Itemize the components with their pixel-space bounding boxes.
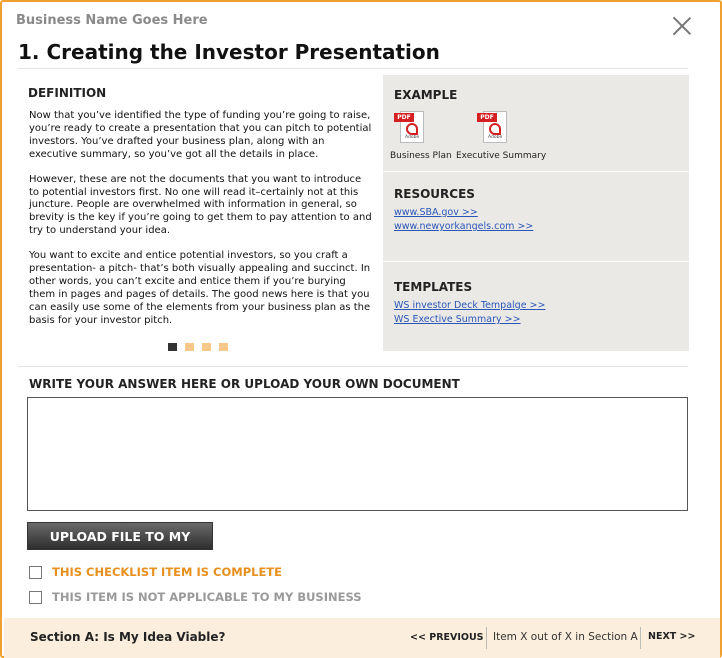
resources-heading: RESOURCES — [394, 187, 475, 201]
checklist-na-checkbox[interactable] — [29, 590, 42, 604]
template-link[interactable]: WS Exective Summary >> — [394, 314, 521, 325]
example-file-label[interactable]: Business Plan — [390, 151, 452, 161]
answer-heading: WRITE YOUR ANSWER HERE OR UPLOAD YOUR OW… — [29, 377, 460, 391]
checklist-complete-label[interactable]: THIS CHECKLIST ITEM IS COMPLETE — [52, 565, 282, 579]
side-panel: EXAMPLE PDF Adobe Business Plan PDF Adob… — [383, 75, 689, 351]
template-link[interactable]: WS investor Deck Tempalge >> — [394, 300, 545, 311]
modal-frame: Business Name Goes Here 1. Creating the … — [0, 0, 722, 658]
definition-text: Now that you’ve identified the type of f… — [29, 110, 374, 340]
divider — [383, 261, 689, 262]
checklist-complete-checkbox[interactable] — [29, 565, 42, 579]
definition-paragraph: However, these are not the documents tha… — [29, 173, 372, 237]
definition-paragraph: You want to excite and entice potential … — [29, 250, 371, 326]
answer-textarea[interactable] — [27, 397, 688, 511]
templates-heading: TEMPLATES — [394, 280, 473, 294]
example-file-label[interactable]: Executive Summary — [456, 151, 546, 161]
divider — [486, 627, 487, 649]
pdf-icon[interactable]: PDF Adobe — [394, 111, 428, 145]
divider — [18, 366, 688, 367]
checklist-na-row: THIS ITEM IS NOT APPLICABLE TO MY BUSINE… — [29, 590, 362, 604]
pager-dots — [168, 343, 228, 351]
business-name: Business Name Goes Here — [16, 13, 208, 28]
footer-bar: Section A: Is My Idea Viable? << PREVIOU… — [4, 618, 720, 658]
next-button[interactable]: NEXT >> — [648, 631, 695, 642]
resource-link[interactable]: www.newyorkangels.com >> — [394, 221, 533, 232]
pdf-icon[interactable]: PDF Adobe — [477, 111, 511, 145]
pager-dot-2[interactable] — [185, 343, 194, 351]
definition-paragraph: Now that you’ve identified the type of f… — [29, 110, 372, 160]
item-status: Item X out of X in Section A — [493, 631, 638, 643]
checklist-complete-row: THIS CHECKLIST ITEM IS COMPLETE — [29, 565, 282, 579]
definition-heading: DEFINITION — [28, 86, 107, 100]
resource-link[interactable]: www.SBA.gov >> — [394, 207, 478, 218]
pager-dot-3[interactable] — [202, 343, 211, 351]
checklist-na-label[interactable]: THIS ITEM IS NOT APPLICABLE TO MY BUSINE… — [52, 590, 362, 604]
page-title: 1. Creating the Investor Presentation — [18, 40, 440, 64]
upload-file-button[interactable]: UPLOAD FILE TO MY DOCS — [27, 522, 213, 572]
divider — [18, 68, 688, 69]
divider — [383, 171, 689, 172]
pager-dot-1[interactable] — [168, 343, 177, 351]
close-icon[interactable] — [672, 16, 692, 36]
divider — [640, 627, 641, 649]
previous-button[interactable]: << PREVIOUS — [410, 632, 484, 643]
pager-dot-4[interactable] — [219, 343, 228, 351]
example-heading: EXAMPLE — [394, 88, 458, 102]
section-title: Section A: Is My Idea Viable? — [30, 630, 226, 644]
